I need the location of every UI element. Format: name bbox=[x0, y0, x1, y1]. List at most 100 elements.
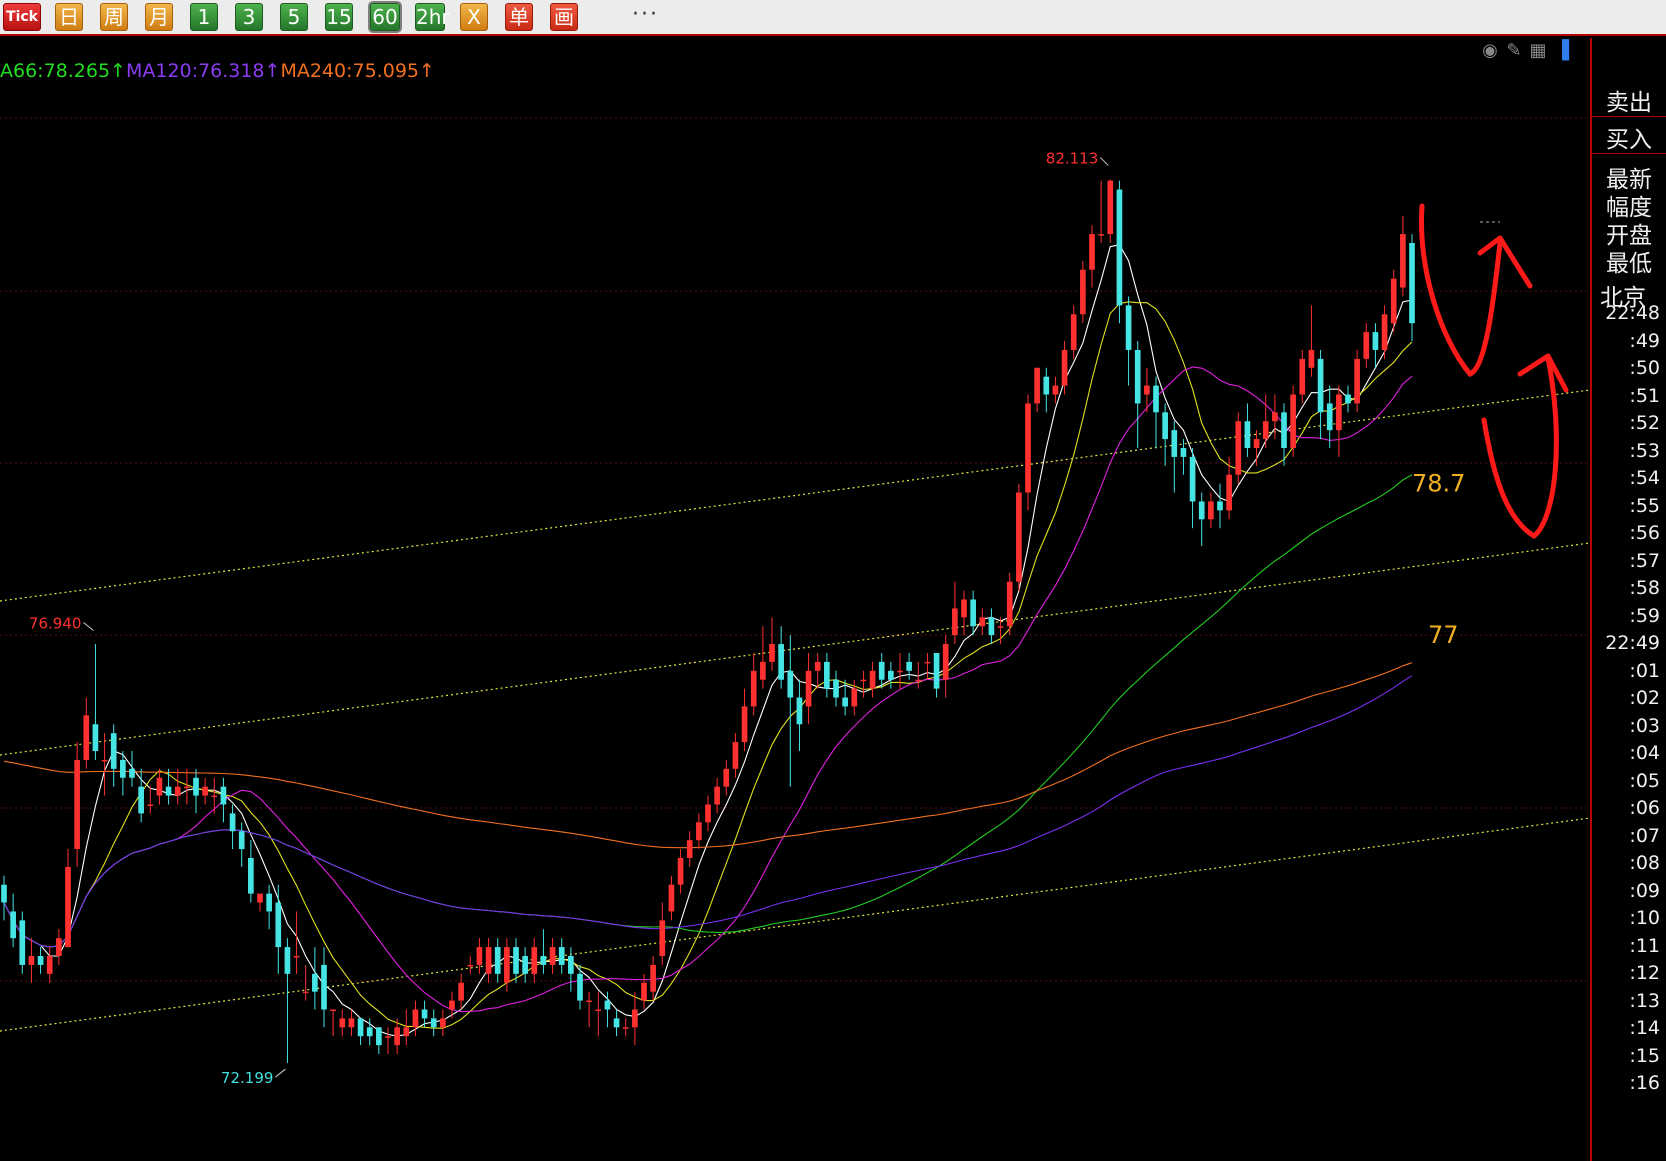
pencil-icon[interactable]: ✎ bbox=[1502, 40, 1526, 61]
candle-body bbox=[842, 697, 848, 707]
eye-icon[interactable]: ◉ bbox=[1478, 40, 1502, 61]
sidebar-toggle-icon[interactable]: ▐ bbox=[1550, 40, 1574, 61]
period-button-4[interactable]: 1 bbox=[190, 3, 218, 31]
period-button-8[interactable]: 60 bbox=[370, 3, 400, 31]
ma20-line bbox=[3, 366, 1413, 1013]
candle-body bbox=[19, 920, 26, 965]
quote-side-panel: 卖出 买入 最新 幅度 开盘 最低 北京 22:48:49:50:51:52:5… bbox=[1590, 38, 1666, 1161]
candle-body bbox=[83, 715, 90, 760]
candle-body bbox=[558, 947, 565, 965]
candle-body bbox=[385, 1036, 391, 1038]
tick-time: :10 bbox=[1629, 907, 1660, 929]
tick-time: :51 bbox=[1629, 384, 1660, 407]
candle-body bbox=[74, 759, 80, 850]
candle-body bbox=[129, 768, 135, 778]
candle-body bbox=[988, 617, 995, 636]
trend-line bbox=[0, 542, 1590, 756]
candle-body bbox=[632, 1009, 638, 1028]
more-icon[interactable]: ··· bbox=[632, 2, 659, 27]
period-button-2[interactable]: 周 bbox=[100, 3, 128, 31]
period-button-9[interactable]: 2hr bbox=[415, 3, 450, 31]
candle-body bbox=[668, 884, 675, 912]
period-button-11[interactable]: 单 bbox=[505, 3, 533, 31]
candle-body bbox=[1326, 403, 1333, 431]
candle-body bbox=[787, 670, 794, 698]
candle-body bbox=[138, 786, 144, 814]
tick-time: :59 bbox=[1629, 604, 1660, 627]
candle-body bbox=[997, 626, 1004, 628]
sell-row[interactable]: 卖出 bbox=[1592, 80, 1666, 117]
candle-body bbox=[202, 786, 208, 796]
candle-body bbox=[504, 947, 510, 983]
candle-body bbox=[1363, 332, 1370, 359]
candle-body bbox=[723, 768, 730, 787]
level-78-7-label: 78.7 bbox=[1412, 470, 1465, 498]
candle-body bbox=[1089, 234, 1095, 270]
tick-time: :13 bbox=[1629, 989, 1660, 1012]
candle-body bbox=[1272, 412, 1278, 422]
period-button-12[interactable]: 画 bbox=[550, 3, 578, 31]
candle-body bbox=[1052, 385, 1059, 395]
candle-body bbox=[37, 956, 44, 965]
candle-body bbox=[449, 1000, 455, 1010]
buy-label: 买入 bbox=[1606, 127, 1652, 153]
candle-body bbox=[1171, 430, 1178, 457]
candle-body bbox=[1025, 403, 1031, 493]
candle-body bbox=[769, 644, 775, 662]
trend-line bbox=[0, 817, 1590, 1032]
candle-body bbox=[101, 759, 108, 762]
candle-body bbox=[1098, 234, 1104, 236]
candle-body bbox=[1244, 421, 1251, 448]
period-button-7[interactable]: 15 bbox=[325, 3, 353, 31]
candle-body bbox=[284, 947, 291, 974]
level-77-label: 77 bbox=[1428, 621, 1459, 649]
tick-time: :16 bbox=[1629, 1072, 1660, 1094]
tick-time: :05 bbox=[1629, 769, 1660, 792]
tick-time: :57 bbox=[1629, 549, 1660, 572]
candle-body bbox=[238, 831, 245, 850]
candle-body bbox=[174, 786, 181, 796]
ma5-line bbox=[3, 244, 1413, 1037]
period-button-5[interactable]: 3 bbox=[235, 3, 263, 31]
candle-body bbox=[92, 724, 99, 752]
buy-row[interactable]: 买入 bbox=[1592, 116, 1666, 154]
period-button-6[interactable]: 5 bbox=[280, 3, 308, 31]
candle-body bbox=[376, 1027, 382, 1046]
period-button-10[interactable]: X bbox=[460, 3, 488, 31]
period-button-3[interactable]: 月 bbox=[145, 3, 173, 31]
candle-body bbox=[193, 777, 199, 796]
candle-body bbox=[741, 706, 748, 743]
candle-body bbox=[1226, 474, 1232, 511]
candle-body bbox=[613, 1018, 620, 1028]
candle-body bbox=[1345, 394, 1351, 404]
candle-body bbox=[339, 1018, 346, 1028]
candle-body bbox=[147, 804, 154, 806]
candle-body bbox=[540, 956, 547, 965]
candlestick-chart[interactable]: 82.113 76.940 72.199 78.7 77 bbox=[0, 38, 1590, 1161]
candle-body bbox=[1, 884, 7, 903]
candle-body bbox=[65, 866, 71, 948]
candle-body bbox=[851, 688, 858, 707]
tick-time: :03 bbox=[1629, 714, 1660, 737]
candle-body bbox=[1107, 180, 1114, 235]
tick-time: :01 bbox=[1629, 659, 1660, 682]
candle-body bbox=[275, 902, 282, 948]
grid-icon[interactable]: ▦ bbox=[1526, 40, 1550, 61]
candle-body bbox=[348, 1018, 355, 1028]
candle-body bbox=[440, 1018, 446, 1028]
candle-body bbox=[1235, 421, 1242, 475]
hand-drawn-arrowhead-2 bbox=[1517, 353, 1569, 393]
candle-body bbox=[814, 661, 821, 671]
low-price-label: 72.199 bbox=[221, 1069, 274, 1087]
candle-body bbox=[1198, 501, 1205, 520]
tick-time: :15 bbox=[1629, 1044, 1660, 1067]
left-high-pointer bbox=[83, 622, 94, 631]
candle-body bbox=[156, 777, 163, 796]
tick-time: :07 bbox=[1629, 824, 1660, 847]
period-button-1[interactable]: 日 bbox=[55, 3, 83, 31]
candle-body bbox=[1043, 376, 1050, 395]
period-button-0[interactable]: Tick bbox=[3, 3, 41, 31]
candle-body bbox=[110, 733, 117, 769]
candle-body bbox=[266, 893, 272, 912]
tick-time: 22:48 bbox=[1605, 302, 1660, 324]
